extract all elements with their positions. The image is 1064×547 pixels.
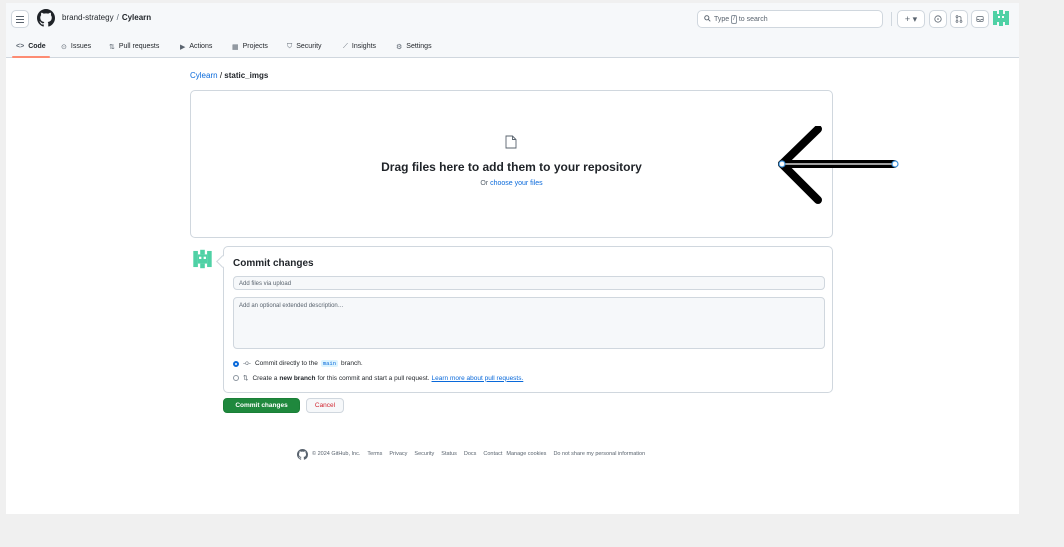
plus-dropdown-icon: + ▾ <box>904 13 918 24</box>
tab-security[interactable]: ⛉ Security <box>287 36 322 57</box>
footer-copyright: © 2024 GitHub, Inc. <box>312 451 361 457</box>
tab-actions[interactable]: ▶ Actions <box>180 36 212 57</box>
pull-requests-button[interactable] <box>950 10 968 28</box>
owner-link[interactable]: brand-strategy <box>62 13 114 22</box>
create-new-button[interactable]: + ▾ <box>897 10 925 28</box>
breadcrumb: Cylearn / static_imgs <box>190 71 268 80</box>
breadcrumb-separator: / <box>219 71 223 80</box>
page-footer: © 2024 GitHub, Inc. Terms Privacy Securi… <box>297 448 645 460</box>
drop-zone-subtitle: Or choose your files <box>191 180 832 187</box>
code-icon: <> <box>16 43 25 50</box>
learn-more-pull-requests-link[interactable]: Learn more about pull requests. <box>432 375 524 382</box>
footer-link-privacy[interactable]: Privacy <box>389 451 407 457</box>
drop-zone-prefix: Or <box>480 180 489 187</box>
breadcrumb-repo-link[interactable]: Cylearn <box>190 71 218 80</box>
inbox-icon <box>976 16 984 22</box>
repo-path: brand-strategy / Cylearn <box>62 13 151 22</box>
github-footer-logo-icon[interactable] <box>297 448 308 460</box>
tab-label: Code <box>28 43 46 50</box>
header-divider <box>891 12 892 26</box>
menu-button[interactable] <box>11 10 29 28</box>
breadcrumb-current-folder: static_imgs <box>224 71 269 80</box>
git-pull-request-icon: ⇅ <box>243 375 249 382</box>
tab-insights[interactable]: ⟋ Insights <box>343 36 376 57</box>
footer-link-manage-cookies[interactable]: Manage cookies <box>506 451 546 457</box>
search-icon <box>704 14 711 24</box>
issue-opened-icon <box>934 15 942 23</box>
tab-label: Issues <box>70 43 92 50</box>
new-branch-prefix: Create a <box>252 374 278 382</box>
commit-direct-prefix: Commit directly to the <box>254 360 318 367</box>
branch-name: main <box>320 360 339 367</box>
footer-link-status[interactable]: Status <box>441 451 457 457</box>
drop-zone-title: Drag files here to add them to your repo… <box>381 160 642 174</box>
issues-button[interactable] <box>929 10 947 28</box>
gear-icon: ⚙ <box>396 43 403 51</box>
user-avatar[interactable] <box>991 9 1011 27</box>
left-arrow-annotation-icon <box>778 126 899 204</box>
tab-label: Projects <box>242 43 268 50</box>
tab-code[interactable]: <> Code <box>12 36 50 58</box>
tab-projects[interactable]: ▦ Projects <box>232 36 268 57</box>
footer-link-terms[interactable]: Terms <box>367 451 382 457</box>
inbox-button[interactable] <box>971 10 989 28</box>
search-input[interactable]: Type / to search <box>697 10 883 28</box>
cancel-button[interactable]: Cancel <box>306 398 344 413</box>
tab-label: Pull requests <box>118 43 160 50</box>
tab-label: Insights <box>351 43 377 50</box>
commit-summary-input[interactable]: Add files via upload <box>233 276 825 290</box>
search-shortcut-key: / <box>731 14 737 24</box>
issues-icon: ⊙ <box>61 43 67 51</box>
commit-direct-suffix: branch. <box>341 360 363 367</box>
tab-pull-requests[interactable]: ⇅ Pull requests <box>109 36 159 57</box>
commit-direct-radio[interactable] <box>233 360 239 367</box>
tab-label: Security <box>296 43 322 50</box>
browser-window: brand-strategy / Cylearn Type / to search … <box>6 3 1019 514</box>
file-drop-zone[interactable]: Drag files here to add them to your repo… <box>190 90 833 238</box>
path-separator: / <box>116 13 119 22</box>
new-branch-bold: new branch <box>279 374 316 382</box>
repo-link[interactable]: Cylearn <box>122 13 151 22</box>
search-prefix: Type <box>714 15 730 23</box>
tab-label: Actions <box>189 43 213 50</box>
git-commit-icon: -o- <box>243 360 251 367</box>
commit-direct-option[interactable]: -o- Commit directly to the main branch. <box>233 360 363 367</box>
commit-new-branch-option[interactable]: ⇅ Create a new branch for this commit an… <box>233 374 523 382</box>
footer-link-contact[interactable]: Contact <box>483 451 502 457</box>
choose-files-link[interactable]: choose your files <box>490 180 543 187</box>
graph-icon: ⟋ <box>343 42 348 50</box>
commit-changes-form: Commit changes Add files via upload Add … <box>223 246 833 393</box>
tab-label: Settings <box>406 43 432 50</box>
footer-link-security[interactable]: Security <box>414 451 434 457</box>
commit-description-textarea[interactable]: Add an optional extended description… <box>233 297 825 349</box>
projects-icon: ▦ <box>232 43 239 51</box>
hamburger-icon <box>16 15 24 23</box>
file-icon <box>505 135 517 149</box>
search-suffix: to search <box>738 15 768 23</box>
commit-changes-button[interactable]: Commit changes <box>223 398 300 413</box>
new-branch-suffix: for this commit and start a pull request… <box>317 374 430 382</box>
git-pull-request-icon <box>955 15 963 23</box>
commit-author-avatar <box>193 249 212 269</box>
repo-header: brand-strategy / Cylearn Type / to search … <box>6 3 1019 58</box>
footer-link-do-not-share[interactable]: Do not share my personal information <box>553 451 645 457</box>
tab-settings[interactable]: ⚙ Settings <box>396 36 432 57</box>
github-logo-icon[interactable] <box>37 9 55 27</box>
shield-icon: ⛉ <box>287 42 293 50</box>
commit-new-branch-radio[interactable] <box>233 375 239 381</box>
commit-title: Commit changes <box>233 258 314 269</box>
tab-issues[interactable]: ⊙ Issues <box>61 36 91 57</box>
footer-link-docs[interactable]: Docs <box>464 451 477 457</box>
pull-request-icon: ⇅ <box>109 43 115 51</box>
actions-icon: ▶ <box>180 43 186 51</box>
